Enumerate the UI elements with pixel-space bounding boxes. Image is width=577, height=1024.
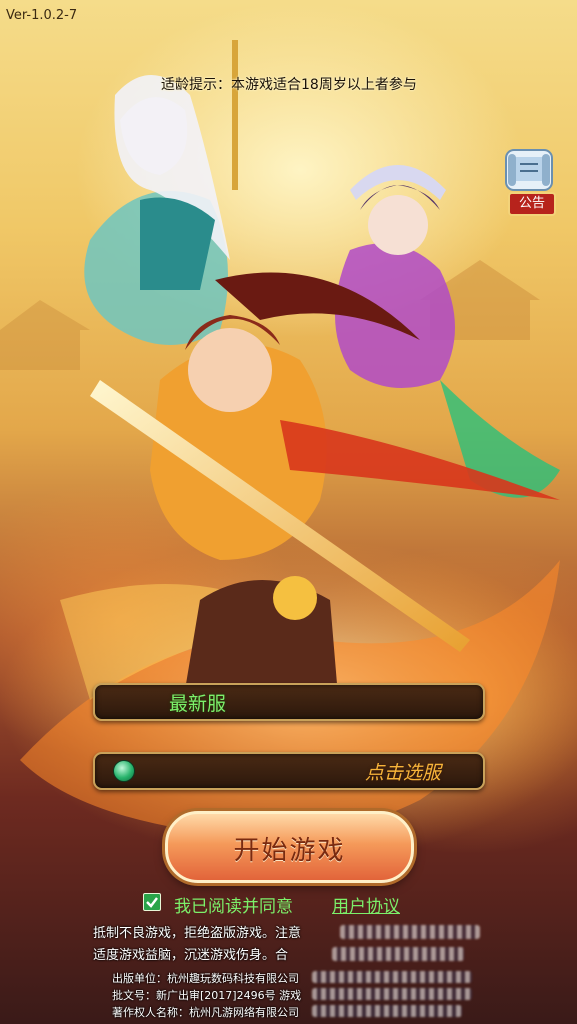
scroll-icon [505,149,553,191]
agreement-text: 我已阅读并同意 [174,897,293,917]
age-rating-tip: 适龄提示：本游戏适合18周岁以上者参与 [161,77,417,93]
notice-button[interactable]: 公告 [498,148,560,216]
latest-server-label: 最新服 [169,693,227,715]
checkmark-icon [146,897,158,908]
server-select-button[interactable]: 点击选服 [93,752,485,790]
copyright-holder: 著作权人名称：杭州凡游网络有限公司 [112,1006,299,1019]
server-select-label: 点击选服 [364,762,441,784]
health-notice-line-1: 抵制不良游戏，拒绝盗版游戏。注意 [93,926,302,941]
start-game-button[interactable]: 开始游戏 [165,811,414,883]
latest-server-button[interactable]: 最新服 [93,683,485,721]
notice-label: 公告 [508,192,556,216]
user-agreement-link[interactable]: 用户协议 [332,892,400,917]
game-login-screen: Ver-1.0.2-7 适龄提示：本游戏适合18周岁以上者参与 公告 最新服 点… [0,0,577,1024]
start-game-label: 开始游戏 [233,836,346,866]
obscured-text [312,988,472,1000]
health-notice-line-2: 适度游戏益脑，沉迷游戏伤身。合 [93,948,289,963]
agreement-checkbox[interactable] [143,893,161,911]
approval-number: 批文号：新广出审[2017]2496号 游戏 [112,989,302,1002]
obscured-text [312,1005,462,1017]
pagoda-silhouette [0,300,90,370]
version-label: Ver-1.0.2-7 [6,8,78,23]
publisher-unit: 出版单位：杭州趣玩数码科技有限公司 [112,972,299,985]
server-status-dot-icon [113,760,135,782]
obscured-text [332,947,464,961]
obscured-text [312,971,472,983]
obscured-text [340,925,480,939]
